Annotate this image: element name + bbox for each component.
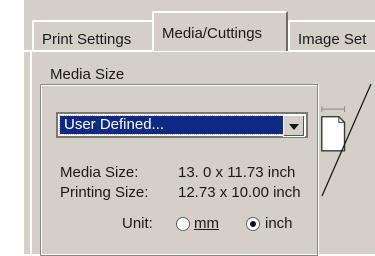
tab-print-settings[interactable]: Print Settings bbox=[32, 20, 157, 50]
tab-label: Media/Cuttings bbox=[162, 25, 263, 42]
unit-inch-label[interactable]: inch bbox=[265, 215, 293, 232]
media-size-select-value: User Defined... bbox=[59, 115, 285, 135]
media-size-label: Media Size: bbox=[60, 164, 139, 181]
unit-inch-radio[interactable] bbox=[246, 217, 260, 231]
portrait-page-icon bbox=[321, 106, 346, 152]
unit-label: Unit: bbox=[122, 215, 153, 232]
tab-label: Print Settings bbox=[42, 31, 132, 48]
printing-size-value: 12.73 x 10.00 inch bbox=[178, 184, 301, 201]
media-size-value: 13. 0 x 11.73 inch bbox=[178, 164, 296, 181]
media-size-group-title: Media Size bbox=[50, 66, 125, 83]
media-size-select[interactable]: User Defined... bbox=[56, 112, 308, 138]
chevron-down-icon[interactable] bbox=[283, 115, 305, 137]
unit-mm-label[interactable]: mm bbox=[194, 215, 219, 232]
tab-image-set[interactable]: Image Set bbox=[288, 20, 375, 50]
tab-strip: Print Settings Image Set Media/Cuttings bbox=[24, 0, 375, 51]
unit-mm-radio[interactable] bbox=[176, 217, 190, 231]
printing-size-label: Printing Size: bbox=[60, 184, 149, 201]
tab-label: Image Set bbox=[298, 31, 367, 48]
tab-media-cuttings[interactable]: Media/Cuttings bbox=[152, 11, 288, 51]
